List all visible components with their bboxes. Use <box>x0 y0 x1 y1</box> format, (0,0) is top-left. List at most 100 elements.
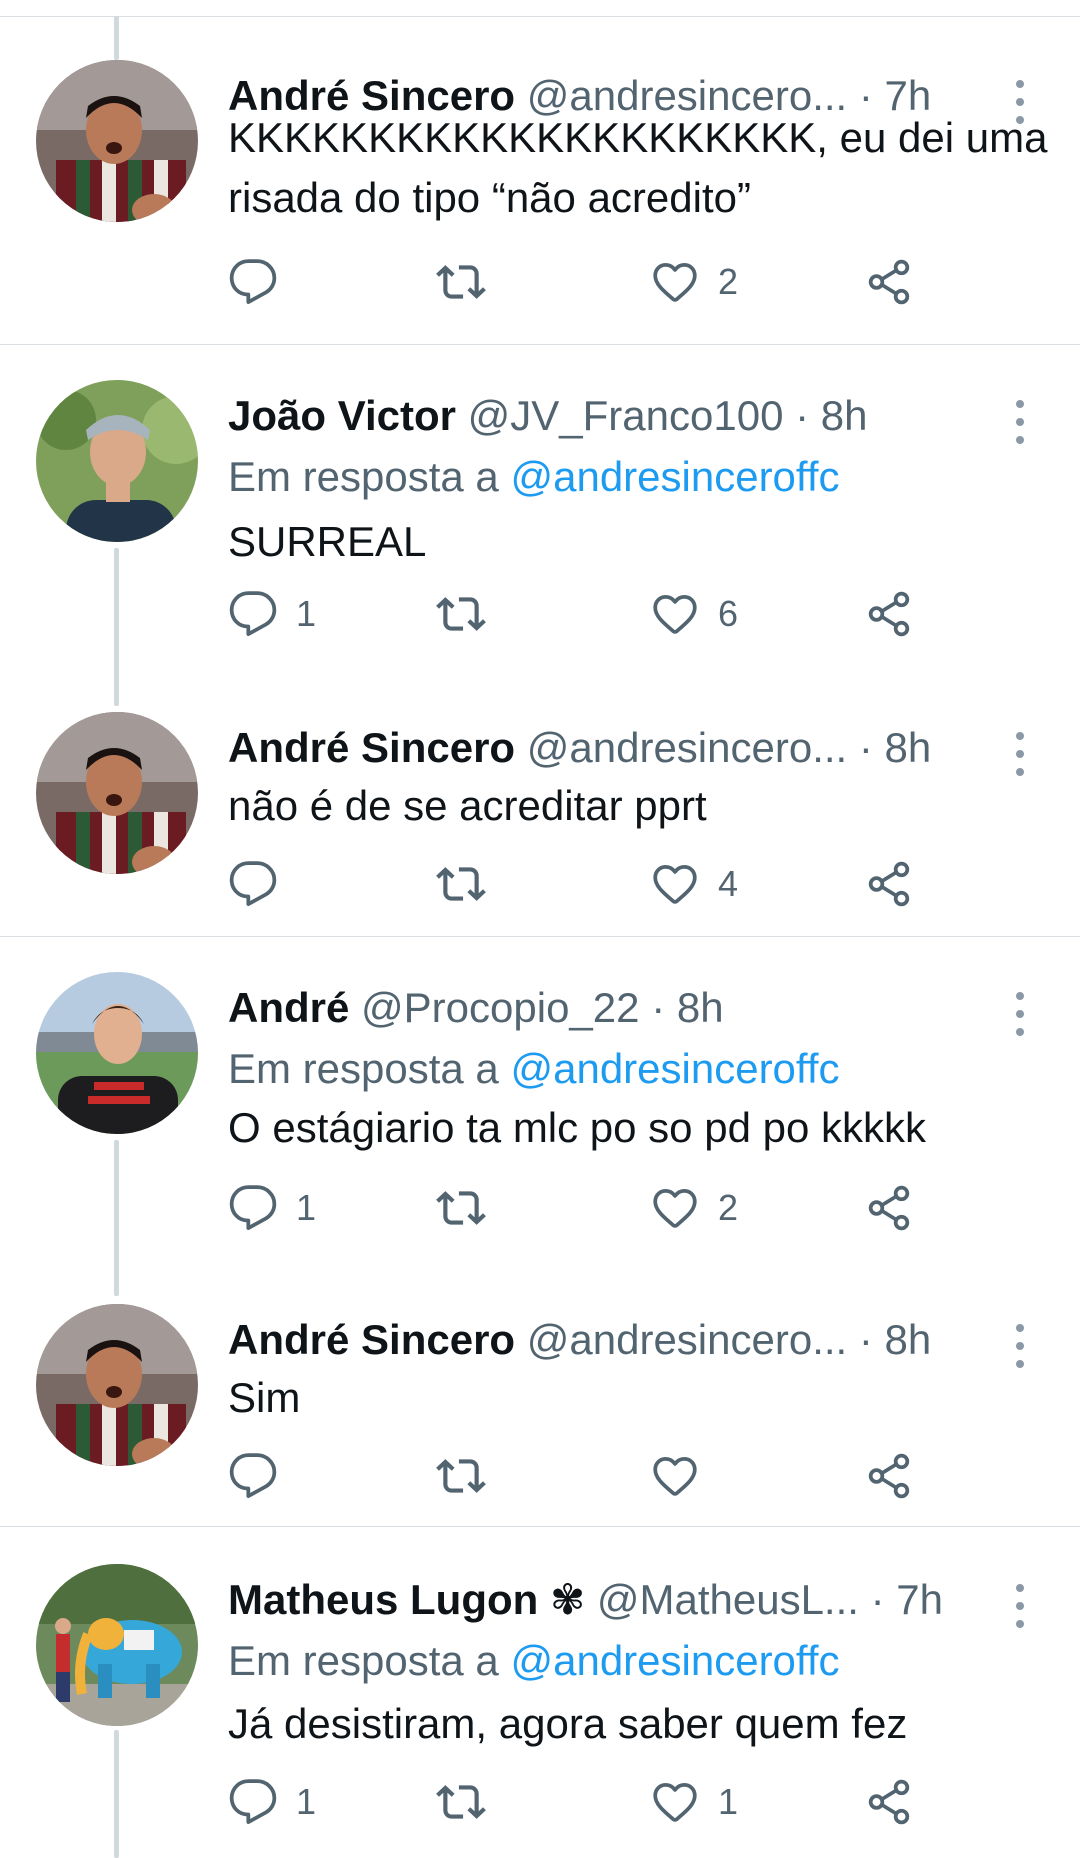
reply-button[interactable] <box>228 252 296 312</box>
user-handle[interactable]: @andresincero... <box>527 724 847 771</box>
tweet[interactable]: André Sincero @andresincero... · 8h não … <box>0 712 1080 713</box>
reply-context: Em resposta a @andresinceroffc <box>228 446 840 508</box>
reply-icon <box>228 1777 278 1827</box>
retweet-icon <box>436 257 486 307</box>
more-options-icon[interactable] <box>1010 1324 1030 1368</box>
tweet-text: O estágiario ta mlc po so pd po kkkkk <box>228 1104 926 1151</box>
retweet-button[interactable] <box>436 1178 504 1238</box>
avatar[interactable] <box>36 972 198 1134</box>
heart-icon <box>650 589 700 639</box>
reply-count: 1 <box>296 593 317 634</box>
timestamp[interactable]: · 8h <box>859 724 931 771</box>
like-button[interactable] <box>650 1446 718 1506</box>
tweet-header: Matheus Lugon ✾ @MatheusL... · 7h <box>228 1570 1002 1630</box>
avatar[interactable] <box>36 1564 198 1726</box>
share-button[interactable] <box>864 1446 914 1506</box>
tweet[interactable]: João Victor @JV_Franco100 · 8h Em respos… <box>0 380 1080 381</box>
heart-icon <box>650 1777 700 1827</box>
more-options-icon[interactable] <box>1010 1584 1030 1628</box>
like-button[interactable]: 6 <box>650 584 738 644</box>
retweet-icon <box>436 1451 486 1501</box>
timestamp[interactable]: · 7h <box>871 1576 943 1623</box>
more-options-icon[interactable] <box>1010 732 1030 776</box>
display-name[interactable]: André Sincero <box>228 1316 515 1363</box>
reply-label: Em resposta a <box>228 1045 499 1092</box>
user-handle[interactable]: @JV_Franco100 <box>468 392 784 439</box>
share-button[interactable] <box>864 252 914 312</box>
more-options-icon[interactable] <box>1010 400 1030 444</box>
reply-context: Em resposta a @andresinceroffc <box>228 1038 840 1100</box>
heart-icon <box>650 1183 700 1233</box>
tweet[interactable]: André @Procopio_22 · 8h Em resposta a @a… <box>0 972 1080 973</box>
retweet-button[interactable] <box>436 584 504 644</box>
heart-icon <box>650 257 700 307</box>
tweet-actions: 1 1 <box>228 1772 948 1832</box>
reply-icon <box>228 859 278 909</box>
thread-line <box>114 1140 119 1296</box>
user-handle[interactable]: @andresincero... <box>527 1316 847 1363</box>
like-count: 2 <box>718 1187 739 1228</box>
user-handle[interactable]: @Procopio_22 <box>361 984 639 1031</box>
tweet-actions: 2 <box>228 252 948 312</box>
reply-button[interactable]: 1 <box>228 1178 316 1238</box>
display-name[interactable]: Matheus Lugon ✾ <box>228 1576 585 1623</box>
retweet-button[interactable] <box>436 252 504 312</box>
timestamp[interactable]: · 8h <box>651 984 723 1031</box>
share-icon <box>864 589 914 639</box>
reply-button[interactable] <box>228 1446 296 1506</box>
tweet-divider <box>0 344 1080 345</box>
reply-button[interactable] <box>228 854 296 914</box>
tweet-text: KKKKKKKKKKKKKKKKKKKKK, eu dei uma risada… <box>228 114 1048 221</box>
tweet-actions: 4 <box>228 854 948 914</box>
tweet[interactable]: André Sincero @andresincero... · 8h Sim <box>0 1304 1080 1305</box>
avatar[interactable] <box>36 1304 198 1466</box>
avatar[interactable] <box>36 380 198 542</box>
avatar[interactable] <box>36 60 198 222</box>
avatar[interactable] <box>36 712 198 874</box>
reply-handle-link[interactable]: @andresinceroffc <box>510 1045 839 1092</box>
tweet-divider <box>0 1526 1080 1527</box>
reply-label: Em resposta a <box>228 453 499 500</box>
share-button[interactable] <box>864 584 914 644</box>
display-name[interactable]: André Sincero <box>228 724 515 771</box>
like-count: 6 <box>718 593 739 634</box>
like-count: 2 <box>718 261 739 302</box>
tweet-text: SURREAL <box>228 518 427 565</box>
top-divider <box>0 16 1080 17</box>
tweet[interactable]: Matheus Lugon ✾ @MatheusL... · 7h Em res… <box>0 1564 1080 1565</box>
retweet-icon <box>436 589 486 639</box>
heart-icon <box>650 1451 700 1501</box>
tweet-actions: 1 6 <box>228 584 948 644</box>
like-button[interactable]: 2 <box>650 252 738 312</box>
tweet-divider <box>0 936 1080 937</box>
tweet-header: André Sincero @andresincero... · 8h <box>228 1310 1002 1370</box>
tweet-text: não é de se acreditar pprt <box>228 782 707 829</box>
retweet-button[interactable] <box>436 1446 504 1506</box>
user-handle[interactable]: @MatheusL... <box>597 1576 859 1623</box>
tweet[interactable]: André Sincero @andresincero... · 7h KKKK… <box>0 60 1080 61</box>
timestamp[interactable]: · 8h <box>859 1316 931 1363</box>
more-options-icon[interactable] <box>1010 992 1030 1036</box>
reply-icon <box>228 589 278 639</box>
reply-button[interactable]: 1 <box>228 584 316 644</box>
reply-handle-link[interactable]: @andresinceroffc <box>510 453 839 500</box>
display-name[interactable]: João Victor <box>228 392 456 439</box>
tweet-header: João Victor @JV_Franco100 · 8h <box>228 386 1002 446</box>
display-name[interactable]: André <box>228 984 349 1031</box>
share-button[interactable] <box>864 854 914 914</box>
retweet-button[interactable] <box>436 854 504 914</box>
reply-icon <box>228 1451 278 1501</box>
like-button[interactable]: 4 <box>650 854 738 914</box>
like-button[interactable]: 1 <box>650 1772 738 1832</box>
share-button[interactable] <box>864 1772 914 1832</box>
like-button[interactable]: 2 <box>650 1178 738 1238</box>
like-count: 4 <box>718 863 739 904</box>
reply-button[interactable]: 1 <box>228 1772 316 1832</box>
reply-handle-link[interactable]: @andresinceroffc <box>510 1637 839 1684</box>
share-button[interactable] <box>864 1178 914 1238</box>
thread-line <box>114 16 119 60</box>
share-icon <box>864 1451 914 1501</box>
retweet-button[interactable] <box>436 1772 504 1832</box>
like-count: 1 <box>718 1781 739 1822</box>
timestamp[interactable]: · 8h <box>795 392 867 439</box>
